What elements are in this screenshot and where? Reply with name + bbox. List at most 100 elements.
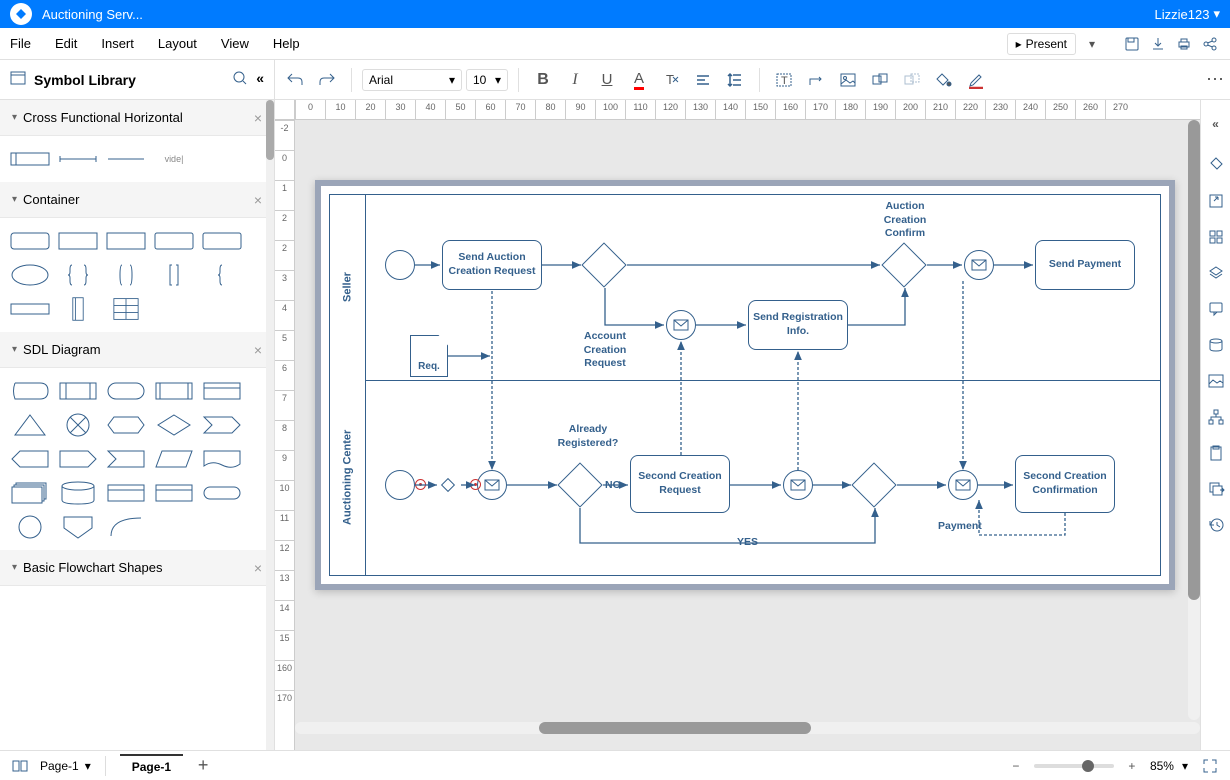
- font-select[interactable]: Arial ▾: [362, 69, 462, 91]
- export-icon[interactable]: [1207, 192, 1225, 210]
- canvas[interactable]: Seller Auctioning Center Send Auction Cr…: [315, 180, 1175, 590]
- msg-event-5[interactable]: [948, 470, 978, 500]
- chevron-down-icon[interactable]: ▾: [1182, 759, 1188, 773]
- shape-doc[interactable]: [202, 446, 242, 472]
- shape-rect5[interactable]: [202, 228, 242, 254]
- shape-brace3[interactable]: [154, 262, 194, 288]
- shape-rect3[interactable]: [106, 228, 146, 254]
- zoom-in-button[interactable]: +: [1122, 756, 1142, 776]
- zoom-slider[interactable]: [1034, 764, 1114, 768]
- connector-button[interactable]: [802, 66, 830, 94]
- font-color-button[interactable]: A: [625, 66, 653, 94]
- sidebar-scrollbar[interactable]: [266, 100, 274, 750]
- text-box-button[interactable]: T: [770, 66, 798, 94]
- category-basic-flowchart[interactable]: ▾ Basic Flowchart Shapes ×: [0, 550, 274, 586]
- user-menu[interactable]: Lizzie123 ▾: [1155, 6, 1220, 22]
- shape-sdl5[interactable]: [202, 378, 242, 404]
- lane-seller[interactable]: Seller: [330, 195, 365, 380]
- fullscreen-button[interactable]: [1200, 756, 1220, 776]
- task-second-confirmation[interactable]: Second Creation Confirmation: [1015, 455, 1115, 513]
- size-select[interactable]: 10 ▾: [466, 69, 508, 91]
- group-button[interactable]: [866, 66, 894, 94]
- line-color-button[interactable]: [962, 66, 990, 94]
- undo-button[interactable]: [281, 66, 309, 94]
- shape-sdl3[interactable]: [106, 378, 146, 404]
- image-button[interactable]: [834, 66, 862, 94]
- shape-pill[interactable]: [202, 480, 242, 506]
- menu-insert[interactable]: Insert: [101, 36, 134, 51]
- msg-event-3[interactable]: [477, 470, 507, 500]
- shape-rect-tb[interactable]: [154, 480, 194, 506]
- theme-icon[interactable]: [1207, 156, 1225, 174]
- menu-layout[interactable]: Layout: [158, 36, 197, 51]
- shape-arrow-r[interactable]: [58, 446, 98, 472]
- zoom-out-button[interactable]: −: [1006, 756, 1026, 776]
- lane-auctioning[interactable]: Auctioning Center: [330, 380, 365, 575]
- add-page-button[interactable]: +: [193, 756, 213, 776]
- shape-circle2[interactable]: [10, 514, 50, 540]
- swimlane[interactable]: Seller Auctioning Center Send Auction Cr…: [329, 194, 1161, 576]
- msg-event-1[interactable]: [666, 310, 696, 340]
- shape-triangle[interactable]: [10, 412, 50, 438]
- fill-button[interactable]: [930, 66, 958, 94]
- close-icon[interactable]: ×: [254, 110, 262, 126]
- share-icon[interactable]: [1200, 34, 1220, 54]
- task-send-payment[interactable]: Send Payment: [1035, 240, 1135, 290]
- more-button[interactable]: ⋯: [1206, 69, 1224, 90]
- scrollbar-thumb[interactable]: [1188, 120, 1200, 600]
- pages-icon[interactable]: [10, 756, 30, 776]
- gateway-auction-confirm[interactable]: [881, 242, 926, 287]
- menu-view[interactable]: View: [221, 36, 249, 51]
- shape-rect1[interactable]: [10, 228, 50, 254]
- task-send-registration[interactable]: Send Registration Info.: [748, 300, 848, 350]
- save-icon[interactable]: [1122, 34, 1142, 54]
- shape-swimlane[interactable]: [10, 146, 50, 172]
- task-send-auction-request[interactable]: Send Auction Creation Request: [442, 240, 542, 290]
- start-event-center[interactable]: [385, 470, 415, 500]
- clear-format-button[interactable]: T: [657, 66, 685, 94]
- shape-ellipse[interactable]: [10, 262, 50, 288]
- sitemap-icon[interactable]: [1207, 408, 1225, 426]
- category-sdl[interactable]: ▾ SDL Diagram ×: [0, 332, 274, 368]
- gateway-small[interactable]: [441, 478, 455, 492]
- shape-shield[interactable]: [58, 514, 98, 540]
- present-button[interactable]: ▸ Present: [1007, 33, 1076, 55]
- menu-edit[interactable]: Edit: [55, 36, 77, 51]
- close-icon[interactable]: ×: [254, 342, 262, 358]
- gateway-3[interactable]: [851, 462, 896, 507]
- page-tab[interactable]: Page-1: [120, 754, 183, 778]
- shape-arrow-li[interactable]: [106, 446, 146, 472]
- shape-rect6[interactable]: [10, 296, 50, 322]
- menu-file[interactable]: File: [10, 36, 31, 51]
- history-icon[interactable]: [1207, 516, 1225, 534]
- shape-rect-t[interactable]: [106, 480, 146, 506]
- shape-rect4[interactable]: [154, 228, 194, 254]
- shape-brace2[interactable]: [106, 262, 146, 288]
- line-spacing-button[interactable]: [721, 66, 749, 94]
- shape-cyl[interactable]: [58, 296, 98, 322]
- shape-circle-x[interactable]: [58, 412, 98, 438]
- shape-arc[interactable]: [106, 514, 146, 540]
- collapse-icon[interactable]: «: [256, 70, 264, 89]
- shape-hexagon[interactable]: [106, 412, 146, 438]
- shape-brace1[interactable]: [58, 262, 98, 288]
- download-icon[interactable]: [1148, 34, 1168, 54]
- task-second-request[interactable]: Second Creation Request: [630, 455, 730, 513]
- shape-rect2[interactable]: [58, 228, 98, 254]
- shape-para[interactable]: [154, 446, 194, 472]
- scrollbar-thumb[interactable]: [539, 722, 811, 734]
- photo-icon[interactable]: [1207, 372, 1225, 390]
- horizontal-scrollbar[interactable]: [295, 722, 1200, 734]
- print-icon[interactable]: [1174, 34, 1194, 54]
- gateway-registered[interactable]: [557, 462, 602, 507]
- close-icon[interactable]: ×: [254, 192, 262, 208]
- data-req[interactable]: Req.: [410, 335, 448, 377]
- ungroup-button[interactable]: [898, 66, 926, 94]
- category-container[interactable]: ▾ Container ×: [0, 182, 274, 218]
- underline-button[interactable]: U: [593, 66, 621, 94]
- shape-vide[interactable]: vide|: [154, 146, 194, 172]
- present-dropdown[interactable]: ▾: [1082, 34, 1102, 54]
- redo-button[interactable]: [313, 66, 341, 94]
- search-icon[interactable]: [232, 70, 248, 89]
- shape-sdl1[interactable]: [10, 378, 50, 404]
